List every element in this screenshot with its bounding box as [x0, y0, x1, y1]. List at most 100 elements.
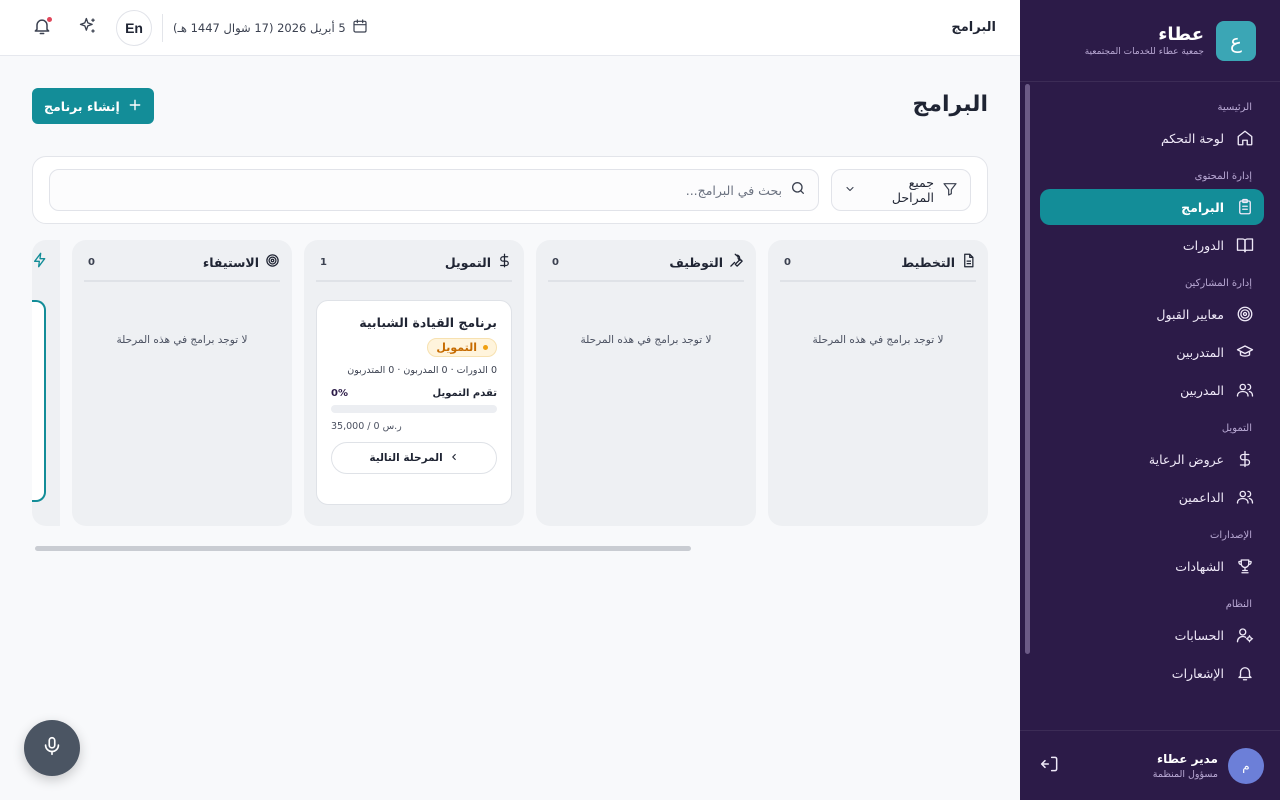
sidebar-item-trainees[interactable]: المتدربين — [1040, 334, 1264, 370]
bell-icon — [1234, 662, 1256, 684]
column-funding: التمويل 1 برنامج القيادة الشبابية التموي… — [304, 240, 524, 526]
logout-button[interactable] — [1036, 752, 1064, 780]
filter-bar: جميع المراحل — [32, 156, 988, 224]
avatar[interactable]: م — [1228, 747, 1264, 784]
graduation-cap-icon — [1234, 341, 1256, 363]
sidebar-item-programs[interactable]: البرامج — [1040, 189, 1264, 225]
users-icon — [1234, 379, 1256, 401]
program-card-meta: 0 الدورات · 0 المدربون · 0 المتدربون — [347, 365, 497, 376]
sidebar-item-notifications[interactable]: الإشعارات — [1040, 655, 1264, 691]
column-planning: التخطيط 0 لا توجد برامج في هذه المرحلة — [768, 240, 988, 526]
sidebar-item-sponsorship-offers[interactable]: عروض الرعاية — [1040, 441, 1264, 477]
sidebar-scrollbar[interactable] — [1024, 84, 1030, 654]
funding-progress-bar — [331, 405, 497, 413]
column-divider — [84, 280, 280, 282]
microphone-icon — [41, 735, 63, 761]
chevron-left-icon — [449, 452, 459, 465]
empty-state: لا توجد برامج في هذه المرحلة — [580, 334, 712, 346]
column-recruitment: التوظيف 0 لا توجد برامج في هذه المرحلة — [536, 240, 756, 526]
target-icon — [265, 253, 280, 271]
column-fulfillment: الاستيفاء 0 لا توجد برامج في هذه المرحلة — [72, 240, 292, 526]
topbar: البرامج 5 أبريل 2026 (17 شوال 1447 هـ) E… — [0, 0, 1020, 56]
sidebar-item-label: الداعمين — [1178, 489, 1224, 505]
column-title: الاستيفاء — [202, 254, 259, 270]
nav-section-title: النظام — [1225, 599, 1252, 610]
user-name: مدير عطاء — [1156, 751, 1218, 766]
sidebar-item-label: المتدربين — [1176, 344, 1224, 360]
notification-dot — [47, 16, 52, 22]
sidebar-item-supporters[interactable]: الداعمين — [1040, 479, 1264, 515]
page-title: البرامج — [912, 92, 989, 117]
nav-section-title: التمويل — [1221, 423, 1252, 434]
plus-icon — [128, 98, 142, 115]
program-card[interactable]: برنامج القيادة الشبابية التمويل 0 الدورا… — [316, 300, 512, 505]
status-badge: التمويل — [427, 338, 497, 357]
board-horizontal-scrollbar[interactable] — [35, 546, 691, 551]
column-title: التخطيط — [901, 254, 955, 270]
sidebar-item-dashboard[interactable]: لوحة التحكم — [1040, 120, 1264, 156]
next-stage-label: المرحلة التالية — [369, 452, 443, 464]
search-icon — [790, 180, 806, 200]
create-program-label: إنشاء برنامج — [44, 98, 120, 114]
user-profile: م مدير عطاء مسؤول المنظمة — [1020, 730, 1280, 800]
date-text: 5 أبريل 2026 (17 شوال 1447 هـ) — [173, 20, 346, 35]
lightning-icon — [32, 252, 48, 272]
date-display: 5 أبريل 2026 (17 شوال 1447 هـ) — [162, 13, 368, 42]
column-count: 0 — [552, 256, 559, 268]
book-icon — [1234, 234, 1256, 256]
logout-icon — [1040, 754, 1060, 778]
sidebar-item-label: الحسابات — [1174, 627, 1224, 643]
create-program-button[interactable]: إنشاء برنامج — [32, 88, 154, 124]
calendar-icon — [352, 18, 368, 37]
sidebar-item-label: الإشعارات — [1171, 665, 1224, 681]
topbar-title: البرامج — [951, 20, 996, 35]
chevron-down-icon — [844, 183, 856, 198]
users-icon — [1234, 486, 1256, 508]
ai-assistant-button[interactable] — [70, 10, 106, 46]
notifications-button[interactable] — [24, 10, 60, 46]
sidebar-item-trainers[interactable]: المدربين — [1040, 372, 1264, 408]
sidebar-item-accounts[interactable]: الحسابات — [1040, 617, 1264, 653]
filter-icon — [942, 181, 958, 200]
dollar-icon — [1234, 448, 1256, 470]
column-partial — [32, 240, 60, 526]
brand-logo: ع — [1216, 20, 1256, 61]
column-title: التوظيف — [669, 254, 723, 270]
user-role: مسؤول المنظمة — [1152, 768, 1218, 780]
search-input[interactable] — [62, 182, 782, 198]
next-stage-button[interactable]: المرحلة التالية — [331, 442, 497, 474]
column-count: 0 — [88, 256, 95, 268]
brand: ع عطاء جمعية عطاء للخدمات المجتمعية — [1020, 0, 1280, 82]
sidebar-item-label: المدربين — [1180, 382, 1224, 398]
wrench-icon — [729, 253, 744, 271]
sidebar-item-label: لوحة التحكم — [1160, 130, 1224, 146]
sidebar-scrollbar-thumb[interactable] — [1025, 84, 1030, 654]
sidebar-item-admission-criteria[interactable]: معايير القبول — [1040, 296, 1264, 332]
sidebar-item-label: البرامج — [1181, 199, 1224, 215]
user-cog-icon — [1234, 624, 1256, 646]
status-badge-label: التمويل — [436, 341, 477, 354]
nav-section-title: الإصدارات — [1209, 530, 1252, 541]
stage-filter-select[interactable]: جميع المراحل — [831, 169, 971, 211]
sidebar-item-courses[interactable]: الدورات — [1040, 227, 1264, 263]
voice-input-button[interactable] — [24, 720, 80, 776]
document-icon — [961, 253, 976, 271]
brand-subtitle: جمعية عطاء للخدمات المجتمعية — [1084, 47, 1204, 57]
empty-state: لا توجد برامج في هذه المرحلة — [116, 334, 248, 346]
nav-section-title: الرئيسية — [1217, 102, 1252, 113]
language-toggle-button[interactable]: En — [116, 9, 152, 46]
stage-filter-value: جميع المراحل — [891, 175, 934, 205]
target-icon — [1234, 303, 1256, 325]
column-count: 1 — [320, 256, 327, 268]
sidebar-item-certificates[interactable]: الشهادات — [1040, 548, 1264, 584]
empty-state: لا توجد برامج في هذه المرحلة — [812, 334, 944, 346]
sidebar-item-label: عروض الرعاية — [1148, 451, 1224, 467]
partial-card[interactable] — [32, 300, 46, 502]
dollar-icon — [497, 253, 512, 271]
column-divider — [316, 280, 512, 282]
badge-dot — [483, 345, 488, 350]
column-divider — [780, 280, 976, 282]
progress-percent: 0% — [331, 388, 348, 399]
brand-name: عطاء — [1158, 24, 1204, 45]
column-title: التمويل — [444, 254, 491, 270]
